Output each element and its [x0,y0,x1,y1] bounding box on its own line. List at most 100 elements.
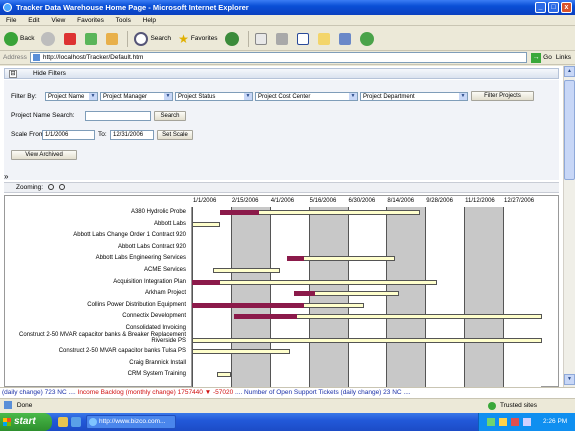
project-label[interactable]: ACME Services [144,267,186,273]
project-label[interactable]: Abbott Labs Change Order 1 Contract 920 [73,232,186,238]
project-progress-bar[interactable] [234,314,297,320]
search-button-form[interactable]: Search [154,111,186,121]
scale-to-input[interactable]: 12/31/2006 [110,130,154,140]
gantt-column-shade [386,207,426,387]
project-bar[interactable] [192,337,542,343]
project-department-select[interactable]: Project Department ▼ [360,92,468,101]
gantt-grid-line [192,207,193,387]
collapse-icon[interactable]: ⊟ [9,70,17,78]
gantt-grid-line [503,207,505,387]
address-input[interactable]: http://localhost/Tracker/Default.htm [29,52,528,63]
menu-view[interactable]: View [51,17,65,24]
filters-header[interactable]: ⊟ Hide Filters [4,68,559,79]
browser-window: Tracker Data Warehouse Home Page - Micro… [0,0,575,431]
project-label[interactable]: Consolidated Invoicing [126,325,186,331]
filter-projects-button[interactable]: Filter Projects [471,91,534,101]
menu-file[interactable]: File [6,17,16,24]
research-button[interactable] [338,32,353,45]
mail-icon [254,32,267,45]
project-label[interactable]: Abbott Labs Engineering Services [96,255,186,261]
scroll-up-icon[interactable]: ▲ [564,66,575,77]
discuss-button[interactable] [317,32,332,45]
project-progress-bar[interactable] [192,279,220,285]
view-archived-button[interactable]: View Archived [11,150,77,160]
expand-panel-icon[interactable]: » [4,172,8,181]
scroll-down-icon[interactable]: ▼ [564,374,575,385]
tray-icon-sound[interactable] [499,418,507,426]
project-label[interactable]: Construct 2-50 MVAR capacitor banks Tuls… [59,348,186,354]
menu-edit[interactable]: Edit [28,17,39,24]
start-button[interactable]: start [0,413,52,431]
tray-icon-update[interactable] [523,418,531,426]
forward-button[interactable] [41,31,57,46]
folder-icon [317,32,330,45]
project-progress-bar[interactable] [220,210,259,215]
page-icon [32,54,40,61]
project-bar[interactable] [216,372,231,378]
history-button[interactable] [224,31,241,46]
scale-from-label: Scale From: [11,131,47,138]
zooming-label: Zooming: [16,184,44,191]
project-progress-bar[interactable] [286,256,304,262]
project-cost-center-select[interactable]: Project Cost Center ▼ [255,92,358,101]
project-name-select[interactable]: Project Name ▼ [45,92,98,101]
project-label[interactable]: A380 Hydrolic Probe [131,209,186,215]
quicklaunch-folder-icon[interactable] [58,417,68,427]
date-tick-label: 2/15/2006 [231,198,259,204]
stop-button[interactable] [64,32,78,45]
project-progress-bar[interactable] [192,302,304,308]
project-label[interactable]: Arkham Project [145,290,186,296]
scale-from-input[interactable]: 1/1/2006 [42,130,95,140]
refresh-button[interactable] [85,32,99,45]
project-label[interactable]: Collins Power Distribution Equipment [87,302,186,308]
tray-icon-shield[interactable] [511,418,519,426]
gantt-grid-line [269,207,271,387]
project-label[interactable]: Abbott Labs Contract 920 [118,244,186,250]
menu-help[interactable]: Help [143,17,156,24]
search-button[interactable]: Search [134,31,171,46]
mail-button[interactable] [254,32,269,45]
project-progress-bar[interactable] [293,291,315,297]
go-button[interactable]: → Go [531,52,552,63]
project-label[interactable]: Acquisition Integration Plan [113,279,186,285]
vertical-scrollbar[interactable]: ▲ ▼ [563,66,575,387]
zoom-out-icon[interactable] [58,184,65,191]
gantt-grid-line [464,207,466,387]
zoom-in-icon[interactable] [47,184,54,191]
project-label[interactable]: Connectix Development [122,313,186,319]
project-label[interactable]: CRM System Training [128,371,186,377]
home-button[interactable] [106,32,120,45]
maximize-button[interactable]: □ [548,2,559,13]
back-arrow-icon [4,31,18,46]
project-bar[interactable] [192,221,220,227]
project-manager-select[interactable]: Project Manager ▼ [100,92,173,101]
links-button[interactable]: Links [556,54,571,61]
tray-icon-network[interactable] [487,418,495,426]
project-bar[interactable] [192,349,290,355]
project-label[interactable]: Craig Brannick Install [129,360,186,366]
project-label[interactable]: Abbott Labs [154,221,186,227]
scroll-thumb[interactable] [564,80,575,180]
quicklaunch-ie-icon[interactable] [71,417,81,427]
edit-button[interactable] [296,32,311,45]
hide-filters-label[interactable]: Hide Filters [33,70,66,77]
print-button[interactable] [275,32,290,45]
back-button[interactable]: Back [4,31,34,46]
chevron-down-icon: ▼ [459,93,467,100]
menu-favorites[interactable]: Favorites [77,17,104,24]
project-label[interactable]: Construct 2-50 MVAR capacitor banks & Br… [6,332,186,345]
search-icon [134,31,149,46]
menu-tools[interactable]: Tools [116,17,131,24]
close-button[interactable]: x [561,2,572,13]
set-scale-button[interactable]: Set Scale [157,130,193,140]
project-bar[interactable] [192,279,437,285]
date-tick-label: 1/1/2006 [192,198,217,204]
project-bar[interactable] [213,268,280,273]
favorites-button[interactable]: ★ Favorites [178,32,218,46]
gantt-chart: 1/1/2006 2/15/2006 4/1/2006 5/16/2006 6/30/2… [4,195,559,387]
project-name-search-input[interactable] [85,111,151,121]
minimize-button[interactable]: _ [535,2,546,13]
project-status-select[interactable]: Project Status ▼ [175,92,253,101]
messenger-button[interactable] [359,31,376,46]
taskbar-ie-window[interactable]: http://www.bizco.com... [86,415,176,429]
